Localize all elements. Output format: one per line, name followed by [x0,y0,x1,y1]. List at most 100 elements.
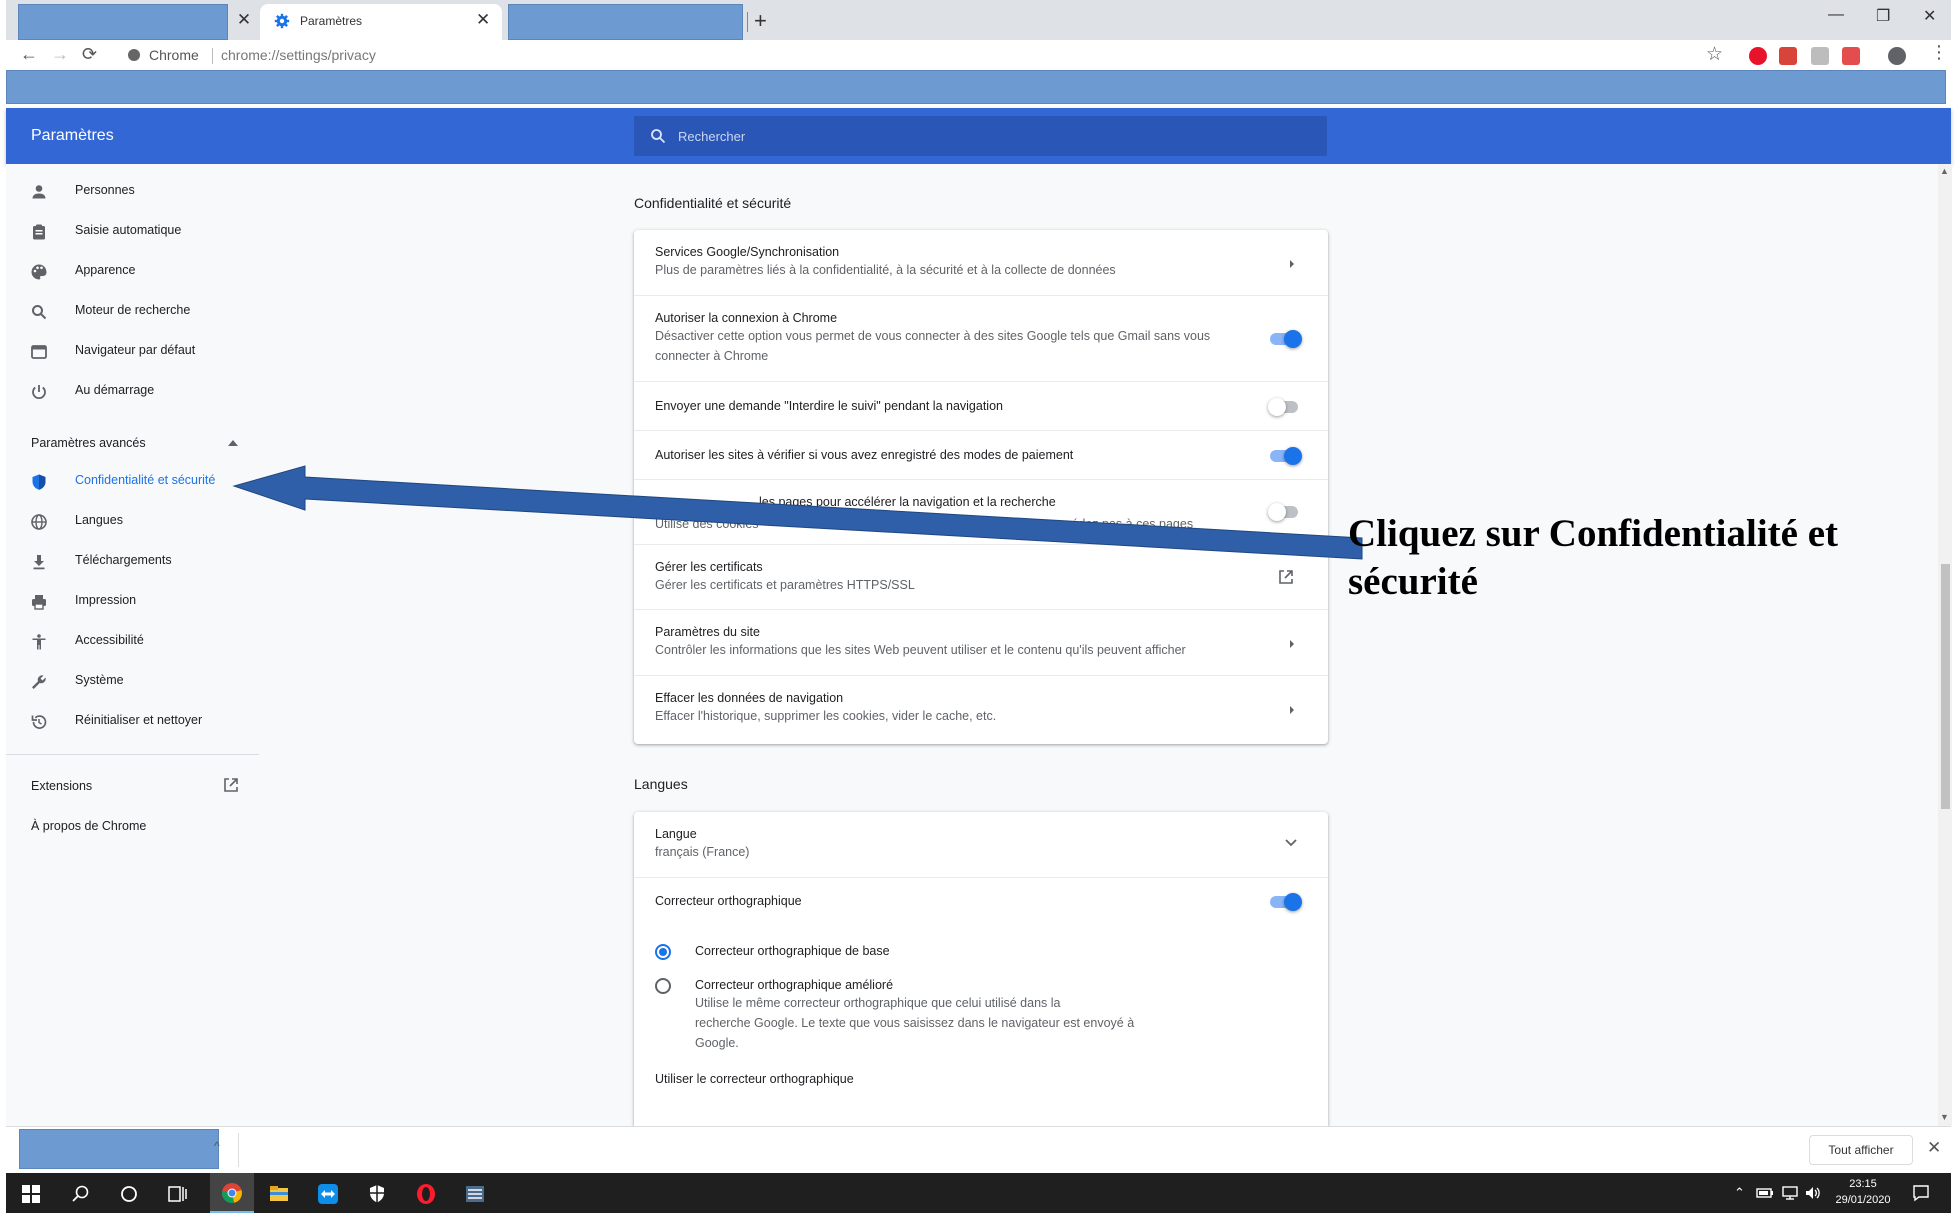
settings-content: Personnes Saisie automatique Apparence M… [6,164,1938,1126]
wrench-icon [32,675,46,689]
pdf-extension-icon[interactable] [1811,47,1829,65]
sidebar-item-languages[interactable]: Langues [6,502,256,542]
omnibox-url[interactable]: chrome://settings/privacy [221,47,376,63]
settings-row-certificates[interactable]: Gérer les certificats Gérer les certific… [634,544,1328,609]
sidebar-item-default-browser[interactable]: Navigateur par défaut [6,332,256,372]
row-title: Services Google/Synchronisation [655,245,840,259]
sidebar-item-on-startup[interactable]: Au démarrage [6,372,256,412]
settings-row-google-services[interactable]: Services Google/Synchronisation Plus de … [634,230,1328,295]
file-explorer-icon[interactable] [268,1183,290,1205]
sidebar-item-printing[interactable]: Impression [6,582,256,622]
restore-button[interactable]: ❐ [1876,6,1890,26]
forward-button[interactable]: → [51,44,69,65]
sidebar-item-about[interactable]: À propos de Chrome [31,819,146,833]
settings-row-site-settings[interactable]: Paramètres du site Contrôler les informa… [634,609,1328,675]
teamviewer-icon[interactable] [317,1183,339,1205]
sidebar-item-appearance[interactable]: Apparence [6,252,256,292]
app-window-icon[interactable] [464,1183,486,1205]
settings-row-payment-methods[interactable]: Autoriser les sites à vérifier si vous a… [634,430,1328,479]
minimize-button[interactable]: — [1828,6,1844,24]
open-in-new-icon [1279,570,1293,584]
reload-button[interactable]: ⟳ [82,44,97,65]
sidebar-item-search-engine[interactable]: Moteur de recherche [6,292,256,332]
sidebar-item-reset[interactable]: Réinitialiser et nettoyer [6,702,256,742]
tray-overflow-icon[interactable]: ⌃ [1734,1185,1745,1201]
radio-spellcheck-basic[interactable] [655,944,671,960]
network-icon[interactable] [1781,1185,1799,1201]
radio-label[interactable]: Correcteur orthographique de base [695,944,890,958]
profile-avatar-icon[interactable] [1888,47,1906,65]
extension-icon[interactable] [1779,47,1797,65]
row-title: Autoriser les sites à vérifier si vous a… [655,448,1074,462]
preload-pages-toggle[interactable] [1268,502,1302,522]
tab-close-icon[interactable]: ✕ [234,10,254,30]
notifications-icon[interactable] [1912,1184,1930,1202]
task-view-icon[interactable] [166,1183,188,1205]
payment-methods-toggle[interactable] [1268,446,1302,466]
tab-close-icon[interactable]: ✕ [476,10,490,30]
settings-row-do-not-track[interactable]: Envoyer une demande "Interdire le suivi"… [634,381,1328,430]
volume-icon[interactable] [1804,1185,1822,1201]
more-menu-icon[interactable]: ⋮ [1930,42,1948,63]
sidebar-item-label: Confidentialité et sécurité [75,473,216,487]
extension-icon[interactable] [1842,47,1860,65]
settings-row-preload-pages[interactable]: les pages pour accélérer la navigation e… [634,479,1328,544]
taskbar-clock[interactable]: 23:15 29/01/2020 [1828,1176,1898,1208]
redacted-tab[interactable] [508,4,743,40]
download-caret-icon[interactable]: ^ [214,1139,220,1153]
scroll-down-icon[interactable]: ▼ [1940,1112,1949,1122]
scroll-up-icon[interactable]: ▲ [1940,166,1949,176]
settings-row-language[interactable]: Langue français (France) [634,812,1328,877]
settings-header: Paramètres [6,108,1951,164]
sidebar-item-privacy[interactable]: Confidentialité et sécurité [6,462,256,502]
shield-icon [32,474,46,490]
close-download-bar-icon[interactable]: ✕ [1927,1138,1941,1158]
bookmark-star-icon[interactable]: ☆ [1706,43,1723,66]
languages-card: Langue français (France) Correcteur orth… [634,812,1328,1126]
settings-row-chrome-signin[interactable]: Autoriser la connexion à Chrome Désactiv… [634,295,1328,381]
windows-start-icon[interactable] [20,1183,42,1205]
open-in-new-icon[interactable] [223,777,239,793]
search-input[interactable] [678,126,1278,146]
show-all-downloads-button[interactable]: Tout afficher [1809,1135,1913,1165]
new-tab-button[interactable]: + [754,8,767,34]
caret-up-icon[interactable] [228,440,238,446]
restore-icon [31,715,47,729]
search-icon[interactable] [70,1183,92,1205]
settings-row-clear-browsing-data[interactable]: Effacer les données de navigation Efface… [634,675,1328,744]
sidebar-advanced-header[interactable]: Paramètres avancés [31,436,146,450]
radio-description: Utilise le même correcteur orthographiqu… [695,996,1061,1010]
sidebar-item-autofill[interactable]: Saisie automatique [6,212,256,252]
clipboard-icon [33,224,45,240]
redacted-download-item[interactable] [19,1129,219,1169]
opera-icon[interactable] [415,1183,437,1205]
sidebar-item-downloads[interactable]: Téléchargements [6,542,256,582]
sidebar-item-system[interactable]: Système [6,662,256,702]
opera-extension-icon[interactable] [1749,47,1767,65]
chevron-down-icon[interactable] [1284,838,1298,848]
spellcheck-toggle[interactable] [1268,892,1302,912]
radio-label[interactable]: Correcteur orthographique amélioré [695,978,893,992]
row-title: Autoriser la connexion à Chrome [655,311,838,325]
taskbar-chrome-active[interactable] [210,1173,254,1213]
security-shield-icon[interactable] [366,1183,388,1205]
do-not-track-toggle[interactable] [1268,397,1302,417]
sidebar-item-label: Accessibilité [75,633,144,647]
close-window-button[interactable]: ✕ [1923,6,1936,26]
row-subtitle: accédez pas à ces pages [1052,517,1194,531]
back-button[interactable]: ← [20,44,38,65]
sidebar-item-people[interactable]: Personnes [6,172,256,212]
tab-settings[interactable]: Paramètres ✕ [260,4,502,40]
battery-icon[interactable] [1756,1186,1774,1200]
signin-toggle[interactable] [1268,329,1302,349]
row-subtitle: français (France) [655,845,750,859]
sidebar-item-extensions[interactable]: Extensions [31,779,92,793]
radio-spellcheck-enhanced[interactable] [655,978,671,994]
sidebar-item-accessibility[interactable]: Accessibilité [6,622,256,662]
settings-search[interactable] [634,116,1327,156]
scroll-thumb[interactable] [1941,564,1950,809]
cortana-icon[interactable] [118,1183,140,1205]
page-scrollbar[interactable]: ▲ ▼ [1938,164,1952,1126]
redacted-tab[interactable] [18,4,228,40]
person-icon [32,185,46,199]
